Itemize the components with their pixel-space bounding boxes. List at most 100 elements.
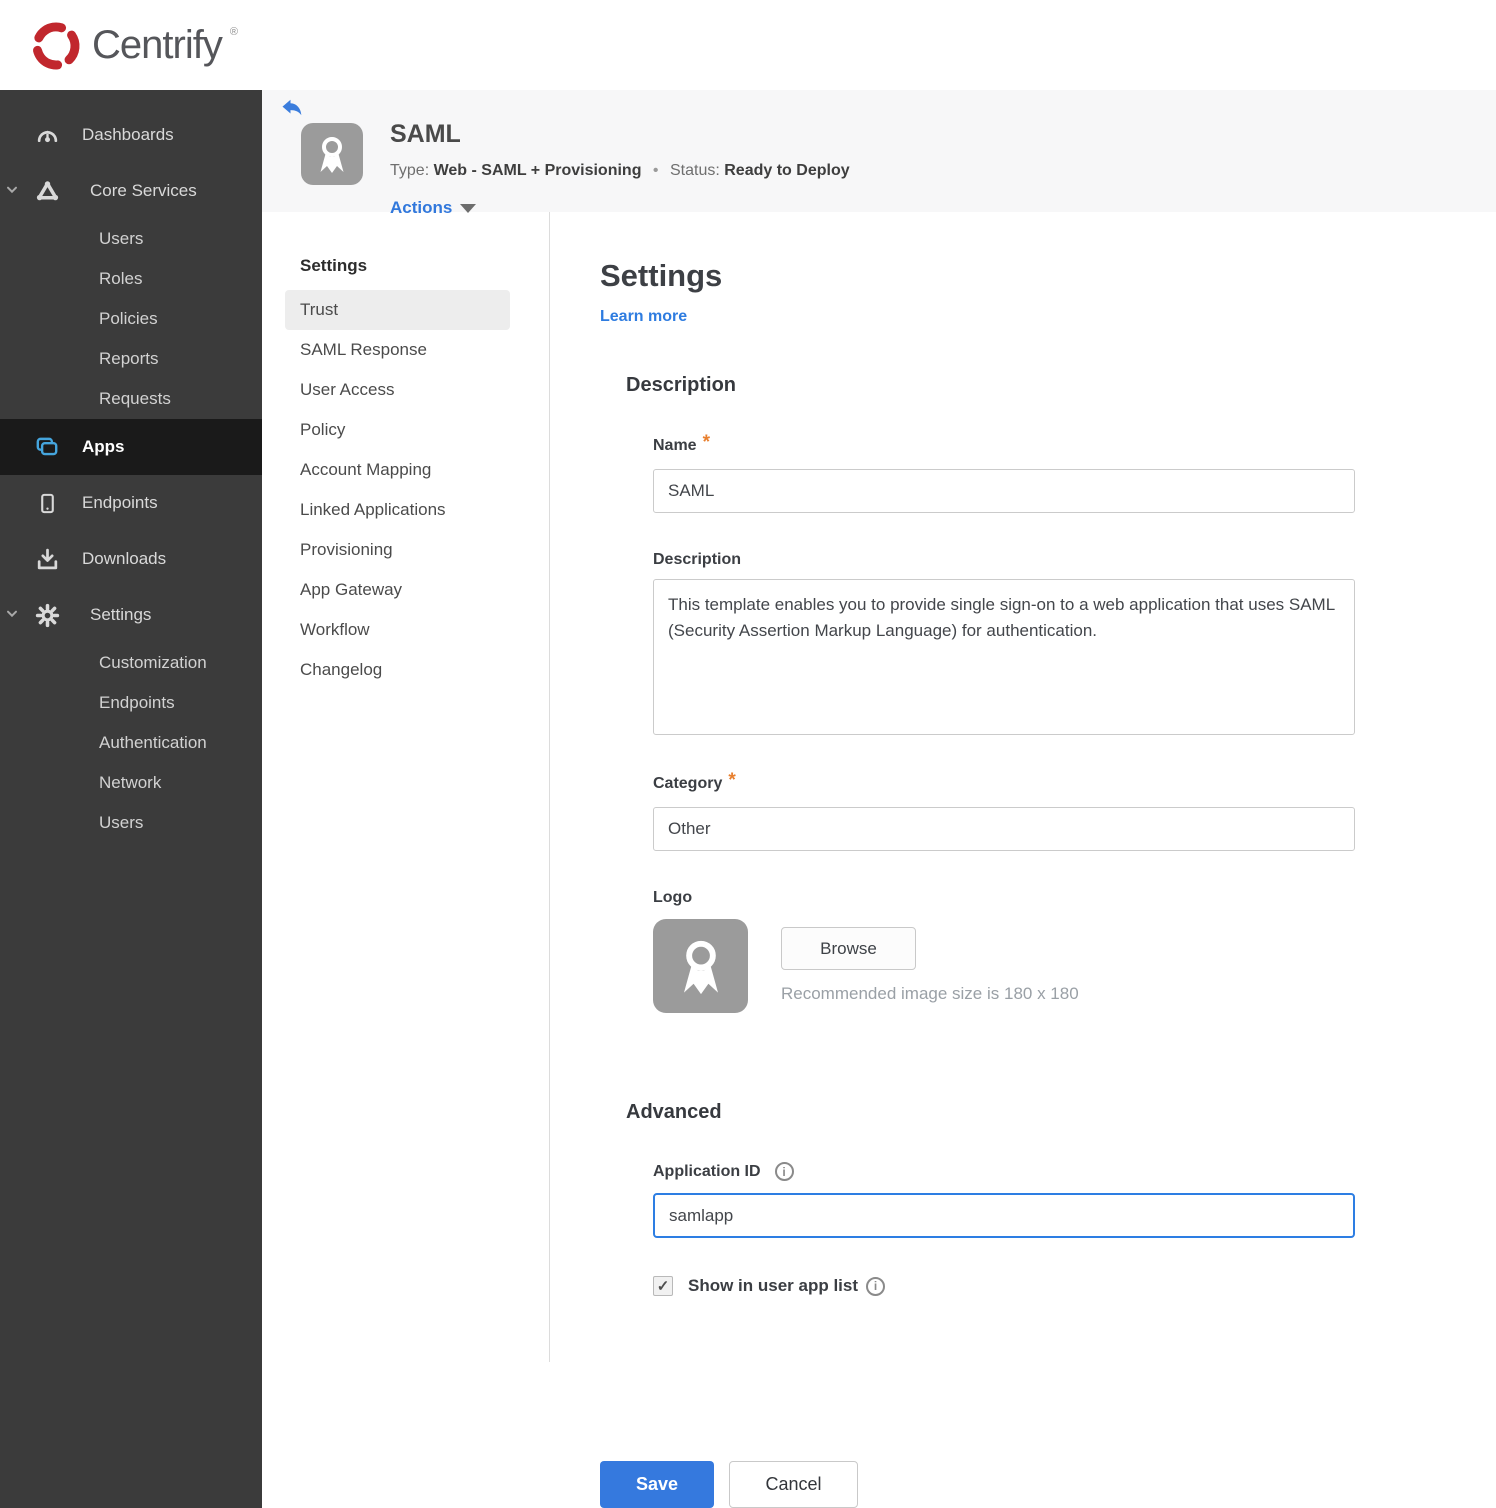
sidebar-item-settings-endpoints[interactable]: Endpoints [0, 683, 262, 723]
top-bar: Centrify ® [0, 0, 1496, 90]
meta-separator: • [652, 162, 659, 179]
sidebar-item-settings-users[interactable]: Users [0, 803, 262, 843]
sidebar-item-authentication[interactable]: Authentication [0, 723, 262, 763]
subnav-item-label: Trust [300, 300, 339, 319]
sidebar-subitem-label: Roles [99, 269, 143, 288]
subnav-item-policy[interactable]: Policy [285, 410, 510, 450]
award-ribbon-icon [320, 137, 344, 173]
settings-subnav: Settings Trust SAML Response User Access… [262, 212, 550, 1362]
info-icon[interactable]: i [866, 1276, 886, 1296]
info-icon[interactable]: i [774, 1162, 794, 1181]
checkmark-icon: ✓ [656, 1278, 670, 1295]
subnav-item-label: SAML Response [300, 340, 427, 359]
save-button[interactable]: Save [600, 1461, 714, 1508]
sidebar-item-network[interactable]: Network [0, 763, 262, 803]
subnav-item-workflow[interactable]: Workflow [285, 610, 510, 650]
chevron-down-icon [460, 203, 477, 213]
sidebar-item-label: Dashboards [82, 125, 174, 144]
brand-trademark: ® [229, 26, 238, 38]
sidebar-item-policies[interactable]: Policies [0, 299, 262, 339]
subnav-item-trust[interactable]: Trust [285, 290, 510, 330]
description-label: Description [653, 551, 742, 568]
brand-name: Centrify [92, 23, 223, 67]
app-logo-badge [301, 123, 363, 185]
show-in-user-app-list-checkbox[interactable]: ✓ [653, 1276, 673, 1296]
category-field[interactable] [653, 807, 1355, 851]
centrify-swirl-icon [32, 22, 80, 70]
subnav-item-saml-response[interactable]: SAML Response [285, 330, 510, 370]
logo-label: Logo [653, 889, 693, 906]
status-badge: Ready to Deploy [724, 162, 850, 179]
show-in-user-app-list-label: Show in user app list [688, 1276, 859, 1295]
subnav-item-label: User Access [300, 380, 395, 399]
subnav-item-account-mapping[interactable]: Account Mapping [285, 450, 510, 490]
sidebar-item-endpoints[interactable]: Endpoints [0, 475, 262, 531]
required-marker: * [702, 432, 710, 453]
subnav-item-label: Workflow [300, 620, 370, 639]
subnav-item-user-access[interactable]: User Access [285, 370, 510, 410]
status-label: Status: [669, 162, 720, 179]
cancel-button[interactable]: Cancel [729, 1461, 858, 1508]
subnav-item-label: Provisioning [300, 540, 393, 559]
chevron-down-icon [4, 606, 20, 622]
advanced-section-heading: Advanced [626, 1101, 722, 1123]
sidebar-item-label: Endpoints [82, 493, 158, 512]
back-arrow-icon[interactable] [280, 97, 304, 121]
sidebar-item-core-services[interactable]: Core Services [0, 163, 262, 219]
logo-size-hint: Recommended image size is 180 x 180 [781, 984, 1079, 1003]
sidebar-item-label: Downloads [82, 549, 167, 568]
description-section-heading: Description [626, 374, 737, 396]
chevron-down-icon [4, 182, 20, 198]
category-label: Category * [653, 770, 736, 792]
name-label: Name * [653, 432, 710, 454]
subnav-item-changelog[interactable]: Changelog [285, 650, 510, 690]
actions-label: Actions [390, 198, 453, 217]
sidebar-subitem-label: Authentication [99, 733, 207, 752]
description-field[interactable]: This template enables you to provide sin… [653, 579, 1355, 735]
application-id-field[interactable] [653, 1193, 1355, 1238]
logo-preview [653, 919, 748, 1013]
sidebar-subitem-label: Endpoints [99, 693, 175, 712]
sidebar-item-roles[interactable]: Roles [0, 259, 262, 299]
subnav-item-label: Account Mapping [300, 460, 432, 479]
name-field[interactable] [653, 469, 1355, 513]
subnav-item-label: App Gateway [300, 580, 403, 599]
sidebar-subitem-label: Reports [99, 349, 159, 368]
sidebar-item-requests[interactable]: Requests [0, 379, 262, 419]
subnav-item-label: Policy [300, 420, 346, 439]
download-icon [34, 546, 60, 572]
subnav-title: Settings [300, 256, 368, 275]
subnav-item-label: Changelog [300, 660, 383, 679]
sidebar-item-label: Settings [90, 605, 152, 624]
centrify-logo: Centrify ® [28, 16, 238, 74]
settings-form: Settings Learn more Description Name * D… [550, 212, 1355, 1508]
sidebar-item-apps[interactable]: Apps [0, 419, 262, 475]
dashboard-gauge-icon [34, 122, 60, 148]
subnav-item-label: Linked Applications [300, 500, 446, 519]
sidebar-item-settings[interactable]: Settings [0, 587, 262, 643]
subnav-item-app-gateway[interactable]: App Gateway [285, 570, 510, 610]
app-meta: Type: Web - SAML + Provisioning • Status… [390, 162, 850, 180]
award-ribbon-icon [683, 940, 718, 995]
sidebar-item-dashboards[interactable]: Dashboards [0, 107, 262, 163]
sidebar-item-customization[interactable]: Customization [0, 643, 262, 683]
mobile-device-icon [34, 490, 60, 516]
page-title: Settings [600, 258, 723, 293]
learn-more-link[interactable]: Learn more [600, 308, 687, 326]
sidebar-item-users[interactable]: Users [0, 219, 262, 259]
type-value: Web - SAML + Provisioning [433, 162, 642, 179]
app-header: SAML Type: Web - SAML + Provisioning • S… [262, 90, 1496, 217]
subnav-item-provisioning[interactable]: Provisioning [285, 530, 510, 570]
sidebar-subitem-label: Users [99, 229, 144, 248]
sidebar-item-reports[interactable]: Reports [0, 339, 262, 379]
sidebar-subitem-label: Network [99, 773, 162, 792]
subnav-item-linked-applications[interactable]: Linked Applications [285, 490, 510, 530]
browse-button[interactable]: Browse [781, 927, 916, 970]
required-marker: * [728, 770, 736, 791]
core-services-icon [34, 178, 60, 204]
actions-menu-button[interactable]: Actions [390, 198, 850, 218]
sidebar-subitem-label: Users [99, 813, 144, 832]
sidebar-item-downloads[interactable]: Downloads [0, 531, 262, 587]
sidebar-subitem-label: Requests [99, 389, 171, 408]
sidebar-subitem-label: Policies [99, 309, 158, 328]
